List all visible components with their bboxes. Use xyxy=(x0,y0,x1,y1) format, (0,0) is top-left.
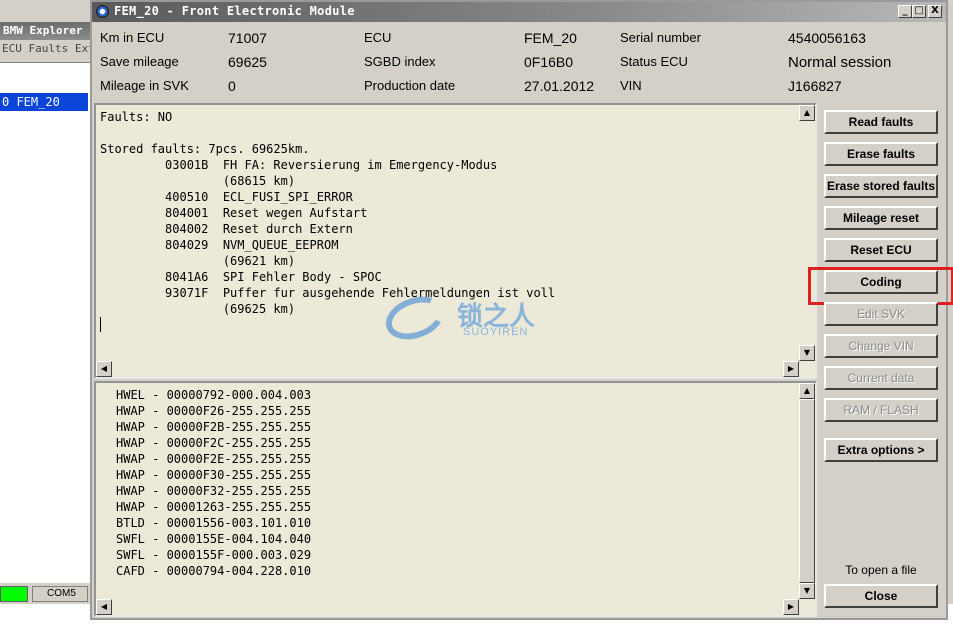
svk-line: BTLD - 00001556-003.101.010 xyxy=(116,516,312,530)
save-mileage-label: Save mileage xyxy=(100,54,179,69)
connection-status-indicator xyxy=(0,586,28,602)
faults-vertical-scrollbar[interactable]: ▲ ▼ xyxy=(799,105,815,361)
production-date-value: 27.01.2012 xyxy=(524,78,595,94)
background-window: BMW Explorer ECU Faults Ext 0 FEM_20 COM… xyxy=(0,0,93,625)
scroll-down-icon[interactable]: ▼ xyxy=(799,345,815,361)
open-file-hint: To open a file xyxy=(845,563,917,577)
scroll-thumb[interactable] xyxy=(799,399,815,583)
bmw-logo-icon xyxy=(96,5,109,18)
svk-line: HWAP - 00000F2C-255.255.255 xyxy=(116,436,312,450)
ecu-info-panel: Km in ECU 71007 Save mileage 69625 Milea… xyxy=(92,22,946,100)
watermark-subtext: SUOYIREN xyxy=(463,326,529,338)
status-ecu-label: Status ECU xyxy=(620,54,688,69)
svk-line: HWAP - 00000F32-255.255.255 xyxy=(116,484,312,498)
erase-faults-button[interactable]: Erase faults xyxy=(824,142,938,166)
watermark-logo-icon xyxy=(379,288,451,348)
scroll-left-icon[interactable]: ◀ xyxy=(96,361,112,377)
svk-list: HWEL - 00000792-000.004.003 HWAP - 00000… xyxy=(116,387,311,579)
production-date-label: Production date xyxy=(364,78,456,93)
watermark: 锁之人 SUOYIREN xyxy=(379,288,575,348)
maximize-button[interactable]: □ xyxy=(912,5,926,18)
mileage-in-svk-value: 0 xyxy=(228,78,236,94)
erase-stored-faults-button[interactable]: Erase stored faults xyxy=(824,174,938,198)
status-ecu-value: Normal session xyxy=(788,54,892,71)
sgbd-index-label: SGBD index xyxy=(364,54,436,69)
close-window-button[interactable]: X xyxy=(928,5,942,18)
extra-options-button[interactable]: Extra options > xyxy=(824,438,938,462)
km-in-ecu-value: 71007 xyxy=(228,30,267,46)
sgbd-index-value: 0F16B0 xyxy=(524,54,574,70)
scroll-up-icon[interactable]: ▲ xyxy=(799,105,815,121)
vin-value: J166827 xyxy=(788,78,842,94)
svk-line: CAFD - 00000794-004.228.010 xyxy=(116,564,312,578)
scroll-down-icon[interactable]: ▼ xyxy=(799,583,815,599)
svk-line: HWAP - 00000F30-255.255.255 xyxy=(116,468,312,482)
window-title: FEM_20 - Front Electronic Module xyxy=(114,4,355,18)
svk-vertical-scrollbar[interactable]: ▲ ▼ xyxy=(799,383,815,599)
mileage-in-svk-label: Mileage in SVK xyxy=(100,78,189,93)
svk-horizontal-scrollbar[interactable]: ◀ ▶ xyxy=(96,599,799,615)
fem-module-window: FEM_20 - Front Electronic Module _ □ X K… xyxy=(90,0,953,620)
change-vin-button[interactable]: Change VIN xyxy=(824,334,938,358)
ecu-list-item-fem20[interactable]: 0 FEM_20 xyxy=(0,93,88,111)
ram-flash-button[interactable]: RAM / FLASH xyxy=(824,398,938,422)
svk-line: SWFL - 0000155F-000.003.029 xyxy=(116,548,312,562)
scroll-right-icon[interactable]: ▶ xyxy=(783,361,799,377)
svk-line: HWAP - 00000F2B-255.255.255 xyxy=(116,420,312,434)
com-port-label: COM5 xyxy=(32,586,88,602)
read-faults-button[interactable]: Read faults xyxy=(824,110,938,134)
save-mileage-value: 69625 xyxy=(228,54,267,70)
scroll-right-icon[interactable]: ▶ xyxy=(783,599,799,615)
serial-number-label: Serial number xyxy=(620,30,701,45)
background-window-title: BMW Explorer xyxy=(0,22,92,40)
svk-line: SWFL - 0000155E-004.104.040 xyxy=(116,532,312,546)
ecu-list: 0 FEM_20 xyxy=(0,62,92,583)
serial-number-value: 4540056163 xyxy=(788,30,866,46)
text-cursor xyxy=(100,317,101,332)
faults-horizontal-scrollbar[interactable]: ◀ ▶ xyxy=(96,361,799,377)
minimize-button[interactable]: _ xyxy=(898,5,912,18)
edit-svk-button[interactable]: Edit SVK xyxy=(824,302,938,326)
faults-text: Faults: NO Stored faults: 7pcs. 69625km.… xyxy=(100,110,556,316)
scroll-up-icon[interactable]: ▲ xyxy=(799,383,815,399)
ecu-label: ECU xyxy=(364,30,392,45)
coding-highlight-box xyxy=(808,267,953,305)
scroll-left-icon[interactable]: ◀ xyxy=(96,599,112,615)
menu-faults[interactable]: Faults xyxy=(29,42,69,55)
current-data-button[interactable]: Current data xyxy=(824,366,938,390)
ecu-value: FEM_20 xyxy=(524,30,577,46)
mileage-reset-button[interactable]: Mileage reset xyxy=(824,206,938,230)
vin-label: VIN xyxy=(620,78,642,93)
svk-line: HWAP - 00000F2E-255.255.255 xyxy=(116,452,312,466)
svk-list-area[interactable]: HWEL - 00000792-000.004.003 HWAP - 00000… xyxy=(94,381,817,617)
svk-line: HWAP - 00001263-255.255.255 xyxy=(116,500,312,514)
svk-line: HWAP - 00000F26-255.255.255 xyxy=(116,404,312,418)
background-menu: ECU Faults Ext xyxy=(0,42,92,58)
title-bar[interactable]: FEM_20 - Front Electronic Module _ □ X xyxy=(92,2,946,22)
km-in-ecu-label: Km in ECU xyxy=(100,30,165,45)
svk-line: HWEL - 00000792-000.004.003 xyxy=(116,388,312,402)
menu-ecu[interactable]: ECU xyxy=(2,42,22,55)
close-button[interactable]: Close xyxy=(824,584,938,608)
reset-ecu-button[interactable]: Reset ECU xyxy=(824,238,938,262)
